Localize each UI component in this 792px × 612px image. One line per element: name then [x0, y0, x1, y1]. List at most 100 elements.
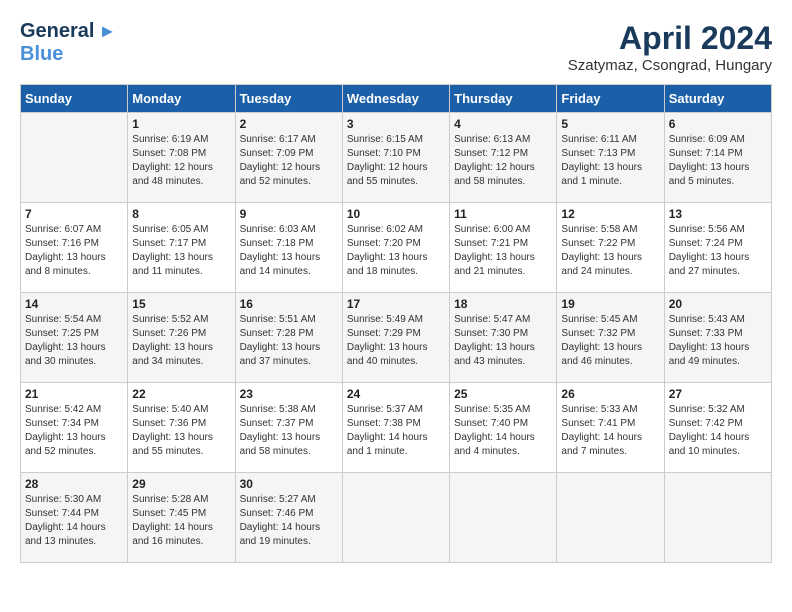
day-number: 18	[454, 297, 552, 311]
calendar-day-cell: 17 Sunrise: 5:49 AM Sunset: 7:29 PM Dayli…	[342, 293, 449, 383]
day-number: 8	[132, 207, 230, 221]
calendar-day-cell: 26 Sunrise: 5:33 AM Sunset: 7:41 PM Dayli…	[557, 383, 664, 473]
calendar-day-cell: 6 Sunrise: 6:09 AM Sunset: 7:14 PM Daylig…	[664, 113, 771, 203]
calendar-day-cell: 20Sunrise: 5:43 AM Sunset: 7:33 PM Dayli…	[664, 293, 771, 383]
day-info: Sunrise: 5:51 AM Sunset: 7:28 PM Dayligh…	[240, 313, 338, 369]
calendar-day-cell: 9 Sunrise: 6:03 AM Sunset: 7:18 PM Daylig…	[235, 203, 342, 293]
day-number: 9	[240, 207, 338, 221]
calendar-day-cell	[450, 473, 557, 563]
logo: General ► Blue	[20, 20, 116, 66]
day-info: Sunrise: 5:52 AM Sunset: 7:26 PM Dayligh…	[132, 313, 230, 369]
calendar-day-cell: 15 Sunrise: 5:52 AM Sunset: 7:26 PM Dayli…	[128, 293, 235, 383]
day-number: 24	[347, 387, 445, 401]
calendar-day-cell	[664, 473, 771, 563]
day-number: 6	[669, 117, 767, 131]
logo-blue-text: Blue	[20, 43, 63, 66]
calendar-day-cell: 13 Sunrise: 5:56 AM Sunset: 7:24 PM Dayli…	[664, 203, 771, 293]
day-number: 3	[347, 117, 445, 131]
day-number: 12	[561, 207, 659, 221]
day-info: Sunrise: 5:49 AM Sunset: 7:29 PM Dayligh…	[347, 313, 445, 369]
day-info: Sunrise: 6:03 AM Sunset: 7:18 PM Dayligh…	[240, 223, 338, 279]
day-info: Sunrise: 6:11 AM Sunset: 7:13 PM Dayligh…	[561, 133, 659, 189]
calendar-week-row: 28 Sunrise: 5:30 AM Sunset: 7:44 PM Dayli…	[21, 473, 772, 563]
col-thursday: Thursday	[450, 85, 557, 113]
day-info: Sunrise: 5:28 AM Sunset: 7:45 PM Dayligh…	[132, 493, 230, 549]
day-number: 20	[669, 297, 767, 311]
calendar-day-cell: 24 Sunrise: 5:37 AM Sunset: 7:38 PM Dayli…	[342, 383, 449, 473]
day-number: 7	[25, 207, 123, 221]
calendar-day-cell: 5 Sunrise: 6:11 AM Sunset: 7:13 PM Daylig…	[557, 113, 664, 203]
day-info: Sunrise: 6:07 AM Sunset: 7:16 PM Dayligh…	[25, 223, 123, 279]
day-info: Sunrise: 5:33 AM Sunset: 7:41 PM Dayligh…	[561, 403, 659, 459]
day-info: Sunrise: 6:05 AM Sunset: 7:17 PM Dayligh…	[132, 223, 230, 279]
calendar-day-cell: 28 Sunrise: 5:30 AM Sunset: 7:44 PM Dayli…	[21, 473, 128, 563]
calendar-week-row: 7 Sunrise: 6:07 AM Sunset: 7:16 PM Daylig…	[21, 203, 772, 293]
calendar-day-cell: 11Sunrise: 6:00 AM Sunset: 7:21 PM Dayli…	[450, 203, 557, 293]
day-info: Sunrise: 5:47 AM Sunset: 7:30 PM Dayligh…	[454, 313, 552, 369]
day-number: 2	[240, 117, 338, 131]
day-info: Sunrise: 6:19 AM Sunset: 7:08 PM Dayligh…	[132, 133, 230, 189]
calendar-day-cell: 22Sunrise: 5:40 AM Sunset: 7:36 PM Dayli…	[128, 383, 235, 473]
calendar-header-row: Sunday Monday Tuesday Wednesday Thursday…	[21, 85, 772, 113]
col-monday: Monday	[128, 85, 235, 113]
day-info: Sunrise: 5:37 AM Sunset: 7:38 PM Dayligh…	[347, 403, 445, 459]
calendar-day-cell: 14 Sunrise: 5:54 AM Sunset: 7:25 PM Dayli…	[21, 293, 128, 383]
day-info: Sunrise: 5:30 AM Sunset: 7:44 PM Dayligh…	[25, 493, 123, 549]
day-number: 25	[454, 387, 552, 401]
calendar-day-cell	[557, 473, 664, 563]
day-number: 21	[25, 387, 123, 401]
calendar-day-cell: 18 Sunrise: 5:47 AM Sunset: 7:30 PM Dayli…	[450, 293, 557, 383]
day-info: Sunrise: 5:45 AM Sunset: 7:32 PM Dayligh…	[561, 313, 659, 369]
day-number: 16	[240, 297, 338, 311]
calendar-day-cell: 1 Sunrise: 6:19 AM Sunset: 7:08 PM Daylig…	[128, 113, 235, 203]
logo-bird-icon: ►	[98, 21, 116, 42]
calendar-day-cell: 21 Sunrise: 5:42 AM Sunset: 7:34 PM Dayli…	[21, 383, 128, 473]
day-info: Sunrise: 5:42 AM Sunset: 7:34 PM Dayligh…	[25, 403, 123, 459]
day-number: 15	[132, 297, 230, 311]
day-info: Sunrise: 6:15 AM Sunset: 7:10 PM Dayligh…	[347, 133, 445, 189]
col-wednesday: Wednesday	[342, 85, 449, 113]
day-number: 17	[347, 297, 445, 311]
calendar-day-cell: 29Sunrise: 5:28 AM Sunset: 7:45 PM Dayli…	[128, 473, 235, 563]
day-info: Sunrise: 5:35 AM Sunset: 7:40 PM Dayligh…	[454, 403, 552, 459]
day-info: Sunrise: 6:17 AM Sunset: 7:09 PM Dayligh…	[240, 133, 338, 189]
calendar-day-cell	[21, 113, 128, 203]
day-info: Sunrise: 5:32 AM Sunset: 7:42 PM Dayligh…	[669, 403, 767, 459]
day-number: 5	[561, 117, 659, 131]
col-saturday: Saturday	[664, 85, 771, 113]
day-info: Sunrise: 6:00 AM Sunset: 7:21 PM Dayligh…	[454, 223, 552, 279]
calendar-day-cell: 12 Sunrise: 5:58 AM Sunset: 7:22 PM Dayli…	[557, 203, 664, 293]
calendar-day-cell: 7 Sunrise: 6:07 AM Sunset: 7:16 PM Daylig…	[21, 203, 128, 293]
col-tuesday: Tuesday	[235, 85, 342, 113]
title-block: April 2024 Szatymaz, Csongrad, Hungary	[568, 20, 772, 74]
page-header: General ► Blue April 2024 Szatymaz, Cson…	[20, 20, 772, 74]
day-number: 4	[454, 117, 552, 131]
calendar-table: Sunday Monday Tuesday Wednesday Thursday…	[20, 84, 772, 563]
col-friday: Friday	[557, 85, 664, 113]
calendar-week-row: 14 Sunrise: 5:54 AM Sunset: 7:25 PM Dayli…	[21, 293, 772, 383]
day-info: Sunrise: 5:40 AM Sunset: 7:36 PM Dayligh…	[132, 403, 230, 459]
calendar-day-cell: 8 Sunrise: 6:05 AM Sunset: 7:17 PM Daylig…	[128, 203, 235, 293]
calendar-day-cell: 3 Sunrise: 6:15 AM Sunset: 7:10 PM Daylig…	[342, 113, 449, 203]
day-info: Sunrise: 5:58 AM Sunset: 7:22 PM Dayligh…	[561, 223, 659, 279]
day-info: Sunrise: 5:27 AM Sunset: 7:46 PM Dayligh…	[240, 493, 338, 549]
calendar-day-cell: 19 Sunrise: 5:45 AM Sunset: 7:32 PM Dayli…	[557, 293, 664, 383]
day-info: Sunrise: 5:54 AM Sunset: 7:25 PM Dayligh…	[25, 313, 123, 369]
calendar-day-cell: 30Sunrise: 5:27 AM Sunset: 7:46 PM Dayli…	[235, 473, 342, 563]
day-info: Sunrise: 5:56 AM Sunset: 7:24 PM Dayligh…	[669, 223, 767, 279]
day-number: 14	[25, 297, 123, 311]
day-info: Sunrise: 6:09 AM Sunset: 7:14 PM Dayligh…	[669, 133, 767, 189]
day-number: 19	[561, 297, 659, 311]
day-number: 28	[25, 477, 123, 491]
day-number: 13	[669, 207, 767, 221]
logo-general-text: General	[20, 20, 94, 43]
day-number: 26	[561, 387, 659, 401]
day-number: 23	[240, 387, 338, 401]
calendar-day-cell: 10Sunrise: 6:02 AM Sunset: 7:20 PM Dayli…	[342, 203, 449, 293]
day-info: Sunrise: 6:02 AM Sunset: 7:20 PM Dayligh…	[347, 223, 445, 279]
calendar-week-row: 1 Sunrise: 6:19 AM Sunset: 7:08 PM Daylig…	[21, 113, 772, 203]
calendar-day-cell: 27Sunrise: 5:32 AM Sunset: 7:42 PM Dayli…	[664, 383, 771, 473]
calendar-day-cell: 23Sunrise: 5:38 AM Sunset: 7:37 PM Dayli…	[235, 383, 342, 473]
day-number: 1	[132, 117, 230, 131]
calendar-day-cell: 2 Sunrise: 6:17 AM Sunset: 7:09 PM Daylig…	[235, 113, 342, 203]
